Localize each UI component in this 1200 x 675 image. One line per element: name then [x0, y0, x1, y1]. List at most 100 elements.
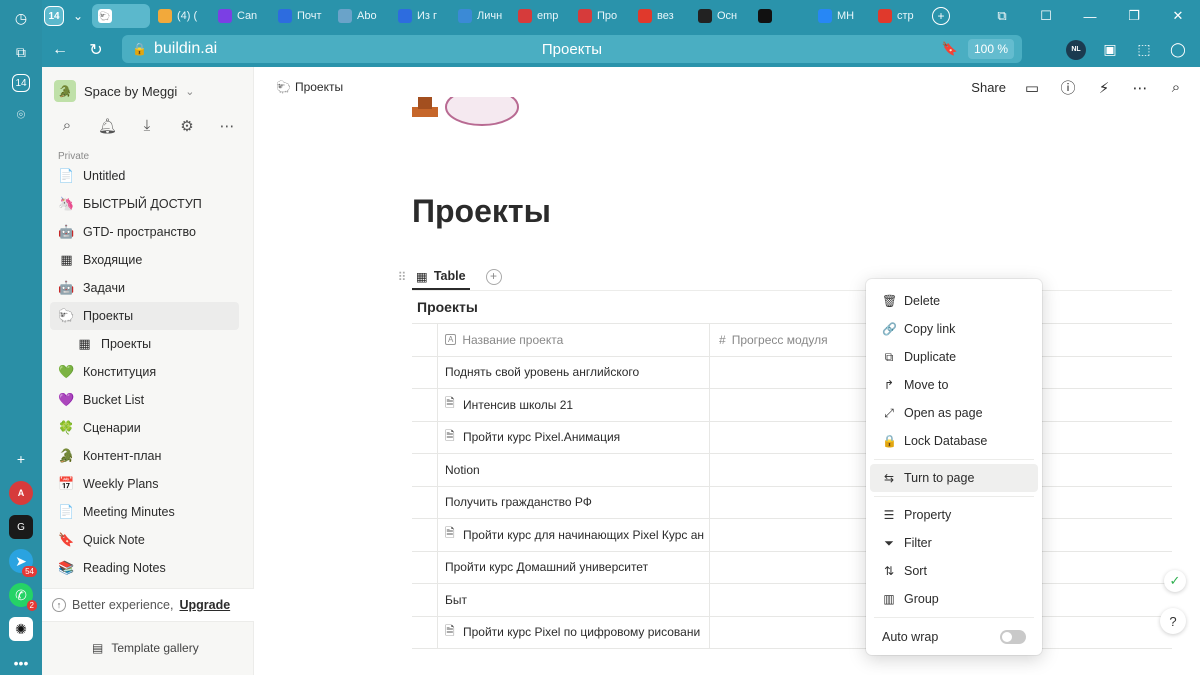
- menu-item[interactable]: ⏷ Filter: [870, 529, 1038, 557]
- chatgpt-icon[interactable]: ✺: [9, 617, 33, 641]
- add-view-icon[interactable]: +: [485, 269, 502, 285]
- table-row[interactable]: Пройти курс Домашний университет: [412, 551, 1172, 584]
- browser-tab[interactable]: emp: [512, 4, 570, 28]
- drag-handle-icon[interactable]: ⠿: [392, 270, 412, 284]
- sidebar-item[interactable]: ▦ Входящие: [50, 246, 239, 274]
- browser-tab[interactable]: Личн: [452, 4, 510, 28]
- table-row[interactable]: Notion: [412, 454, 1172, 487]
- menu-item-auto-wrap[interactable]: Auto wrap: [870, 622, 1038, 652]
- menu-item[interactable]: ↱ Move to: [870, 371, 1038, 399]
- cell-name[interactable]: Notion: [438, 454, 710, 486]
- sidebar-item[interactable]: 🤖 GTD- пространство: [50, 218, 239, 246]
- new-tab-button[interactable]: +: [932, 7, 950, 25]
- close-button[interactable]: ✕: [1156, 8, 1200, 24]
- comment-icon[interactable]: ▭: [1022, 79, 1042, 97]
- pip-icon[interactable]: ▣: [1100, 40, 1120, 60]
- cell-name[interactable]: 🗎 Интенсив школы 21: [438, 389, 710, 421]
- lightning-icon[interactable]: ⚡︎: [1094, 79, 1114, 97]
- tabs-icon[interactable]: ⧉: [9, 40, 33, 64]
- sidebar-item[interactable]: 📄 Untitled: [50, 162, 239, 190]
- calendar-icon[interactable]: 14: [12, 74, 30, 92]
- browser-tab[interactable]: Осн: [692, 4, 750, 28]
- restore-button[interactable]: ❐: [1112, 8, 1156, 24]
- table-row[interactable]: Получить гражданство РФ: [412, 486, 1172, 519]
- database-title[interactable]: Проекты: [412, 290, 1172, 323]
- ae-app-icon[interactable]: A: [9, 481, 33, 505]
- reload-icon[interactable]: ↻: [78, 34, 114, 66]
- tab-active[interactable]: 🐑: [92, 4, 150, 28]
- screenshot-icon[interactable]: ⬚: [1134, 40, 1154, 60]
- browser-tab[interactable]: Abo: [332, 4, 390, 28]
- search-icon[interactable]: ⌕: [58, 117, 76, 135]
- table-row[interactable]: Поднять свой уровень английского: [412, 356, 1172, 389]
- browser-tab[interactable]: Про: [572, 4, 630, 28]
- profile-icon[interactable]: ◯: [1168, 40, 1188, 60]
- site-info-icon[interactable]: 🔒: [132, 42, 147, 56]
- sidebar-item[interactable]: 💜 Bucket List: [50, 386, 239, 414]
- tab-table[interactable]: ▦ Table: [412, 264, 470, 290]
- menu-item[interactable]: ⤢ Open as page: [870, 399, 1038, 427]
- info-icon[interactable]: ⓘ: [1058, 77, 1078, 98]
- sync-status-icon[interactable]: ✓: [1164, 570, 1186, 592]
- template-gallery-button[interactable]: ▤ Template gallery: [92, 641, 199, 655]
- table-row[interactable]: 🗎 Пройти курс Pixel.Анимация: [412, 421, 1172, 454]
- minimize-button[interactable]: —: [1068, 9, 1112, 24]
- url-field[interactable]: 🔒 buildin.ai Проекты 🔖 100 %: [122, 35, 1022, 63]
- vpn-extension-icon[interactable]: NL: [1066, 39, 1086, 60]
- auto-wrap-toggle[interactable]: [1000, 630, 1026, 644]
- share-button[interactable]: Share: [971, 80, 1006, 95]
- space-switcher[interactable]: 🐊 Space by Meggi ⌄: [54, 79, 194, 103]
- table-row[interactable]: 🗎 Пройти курс для начинающих Pixel Курс а…: [412, 519, 1172, 552]
- browser-tab[interactable]: Can: [212, 4, 270, 28]
- sidebar-item[interactable]: 🤖 Задачи: [50, 274, 239, 302]
- sidebar-item[interactable]: 📚 Reading Notes: [50, 554, 239, 582]
- cell-name[interactable]: 🗎 Пройти курс Pixel.Анимация: [438, 421, 710, 453]
- browser-tab[interactable]: Почт: [272, 4, 330, 28]
- browser-tab[interactable]: (4) (: [152, 4, 210, 28]
- upgrade-banner[interactable]: ↑ Better experience, Upgrade: [42, 588, 254, 622]
- tab-manager-icon[interactable]: ⧉: [980, 8, 1024, 24]
- help-icon[interactable]: ?: [1160, 608, 1186, 634]
- menu-item[interactable]: ▥ Group: [870, 585, 1038, 613]
- telegram-icon[interactable]: ➤ 54: [9, 549, 37, 577]
- more-icon[interactable]: •••: [9, 651, 33, 675]
- sidebar-item[interactable]: 📄 Meeting Minutes: [50, 498, 239, 526]
- menu-item[interactable]: ⧉ Duplicate: [870, 343, 1038, 371]
- cell-name[interactable]: 🗎 Пройти курс Pixel по цифровому рисовани: [438, 616, 710, 648]
- menu-item[interactable]: ⇅ Sort: [870, 557, 1038, 585]
- table-row[interactable]: 🗎 Интенсив школы 21: [412, 389, 1172, 422]
- browser-tab[interactable]: МН: [812, 4, 870, 28]
- table-row[interactable]: 🗎 Пройти курс Pixel по цифровому рисовани: [412, 616, 1172, 649]
- sidebar-item[interactable]: 🔖 Quick Note: [50, 526, 239, 554]
- sidebar-item[interactable]: 🐑 Проекты: [50, 302, 239, 330]
- more-icon[interactable]: ⋯: [218, 117, 236, 135]
- clock-icon[interactable]: ◷: [9, 6, 33, 30]
- zoom-indicator[interactable]: 100 %: [967, 39, 1014, 59]
- browser-tab[interactable]: Из г: [392, 4, 450, 28]
- more-icon[interactable]: ⋯: [1130, 79, 1150, 97]
- menu-item[interactable]: 🔗 Copy link: [870, 315, 1038, 343]
- menu-item[interactable]: 🗑 Delete: [870, 287, 1038, 315]
- bookmark-icon[interactable]: 🔖: [942, 41, 958, 57]
- cell-name[interactable]: Быт: [438, 584, 710, 616]
- breadcrumb[interactable]: 🐑 Проекты: [276, 80, 343, 94]
- browser-tab[interactable]: вез: [632, 4, 690, 28]
- back-icon[interactable]: ←: [42, 34, 78, 66]
- add-panel-icon[interactable]: +: [9, 447, 33, 471]
- browser-tab[interactable]: [752, 4, 810, 28]
- column-header-name[interactable]: A Название проекта: [438, 324, 710, 356]
- notifications-icon[interactable]: ☐: [1024, 8, 1068, 24]
- whatsapp-icon[interactable]: ✆ 2: [9, 583, 37, 611]
- gear-icon[interactable]: ⚙: [178, 117, 196, 135]
- bell-icon[interactable]: 🔔︎: [98, 117, 117, 135]
- table-row[interactable]: Быт: [412, 584, 1172, 617]
- terminal-app-icon[interactable]: G: [9, 515, 33, 539]
- tabs-dropdown-icon[interactable]: ⌄: [66, 4, 90, 28]
- upgrade-link[interactable]: Upgrade: [179, 598, 230, 612]
- sidebar-item[interactable]: ▦ Проекты: [50, 330, 239, 358]
- download-icon[interactable]: ⤓: [138, 117, 156, 135]
- sidebar-item[interactable]: 🦄 БЫСТРЫЙ ДОСТУП: [50, 190, 239, 218]
- menu-item-turn-to-page[interactable]: ⇆ Turn to page: [870, 464, 1038, 492]
- cell-name[interactable]: 🗎 Пройти курс для начинающих Pixel Курс а…: [438, 519, 710, 551]
- sidebar-item[interactable]: 💚 Конституция: [50, 358, 239, 386]
